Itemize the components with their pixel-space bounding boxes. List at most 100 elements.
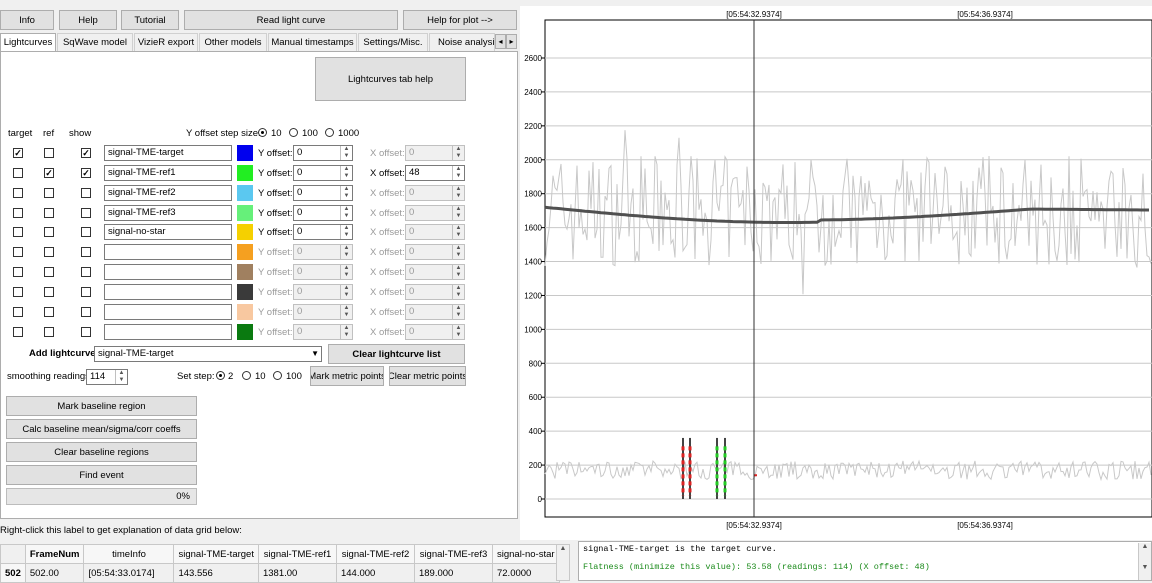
- find-event-button[interactable]: Find event: [6, 465, 197, 485]
- mark-baseline-region-button[interactable]: Mark baseline region: [6, 396, 197, 416]
- set-step-100-radio[interactable]: [273, 371, 282, 380]
- curve-color-swatch[interactable]: [237, 224, 253, 240]
- x-offset-spinner[interactable]: 0 ▲ ▼: [405, 304, 465, 320]
- y-offset-spinner[interactable]: 0 ▲ ▼: [293, 304, 353, 320]
- tab-other-models[interactable]: Other models: [199, 33, 267, 51]
- target-checkbox[interactable]: [13, 208, 23, 218]
- show-checkbox[interactable]: [81, 247, 91, 257]
- ref-checkbox[interactable]: [44, 188, 54, 198]
- help-for-plot-button[interactable]: Help for plot -->: [403, 10, 517, 30]
- output-scrollbar[interactable]: ▲ ▼: [1138, 543, 1151, 580]
- ref-checkbox[interactable]: [44, 287, 54, 297]
- curve-name-field[interactable]: signal-TME-ref2: [104, 185, 232, 201]
- spinner-arrows-icon[interactable]: ▲ ▼: [340, 166, 352, 180]
- curve-name-field[interactable]: signal-no-star: [104, 224, 232, 240]
- ref-checkbox[interactable]: [44, 208, 54, 218]
- tab-scroll-right-button[interactable]: ▸: [506, 34, 517, 49]
- curve-color-swatch[interactable]: [237, 284, 253, 300]
- x-offset-spinner[interactable]: 0 ▲ ▼: [405, 284, 465, 300]
- spinner-arrows-icon[interactable]: ▲ ▼: [340, 325, 352, 339]
- tutorial-button[interactable]: Tutorial: [121, 10, 179, 30]
- table-cell[interactable]: 502.00: [24, 563, 85, 583]
- target-checkbox[interactable]: [13, 327, 23, 337]
- show-checkbox[interactable]: [81, 188, 91, 198]
- clear-baseline-regions-button[interactable]: Clear baseline regions: [6, 442, 197, 462]
- table-cell[interactable]: 144.000: [335, 563, 415, 583]
- tab-manual-timestamps[interactable]: Manual timestamps: [268, 33, 357, 51]
- y-offset-spinner[interactable]: 0 ▲ ▼: [293, 244, 353, 260]
- lightcurve-plot[interactable]: 2600 2400 2200 2000 1800 1600 1400 1200 1000 800 6…: [520, 6, 1152, 540]
- curve-name-field[interactable]: signal-TME-target: [104, 145, 232, 161]
- x-offset-spinner[interactable]: 0 ▲ ▼: [405, 244, 465, 260]
- table-row[interactable]: 502 502.00 [05:54:33.0174] 143.556 1381.…: [0, 563, 560, 583]
- step-1000-radio[interactable]: [325, 128, 334, 137]
- show-checkbox[interactable]: [81, 267, 91, 277]
- y-offset-spinner[interactable]: 0 ▲ ▼: [293, 324, 353, 340]
- curve-color-swatch[interactable]: [237, 304, 253, 320]
- mark-metric-points-button[interactable]: Mark metric points: [310, 366, 384, 386]
- spinner-arrows-icon[interactable]: ▲ ▼: [452, 265, 464, 279]
- y-offset-spinner[interactable]: 0 ▲ ▼: [293, 205, 353, 221]
- plot-canvas[interactable]: 2600240022002000180016001400120010008006…: [520, 6, 1152, 540]
- scroll-down-icon[interactable]: ▼: [1139, 564, 1151, 571]
- calc-baseline-button[interactable]: Calc baseline mean/sigma/corr coeffs: [6, 419, 197, 439]
- table-cell[interactable]: 189.000: [413, 563, 493, 583]
- spinner-arrows-icon[interactable]: ▲ ▼: [340, 225, 352, 239]
- curve-name-field[interactable]: [104, 304, 232, 320]
- target-checkbox[interactable]: [13, 247, 23, 257]
- target-checkbox[interactable]: ✓: [13, 148, 23, 158]
- curve-color-swatch[interactable]: [237, 185, 253, 201]
- x-offset-spinner[interactable]: 0 ▲ ▼: [405, 264, 465, 280]
- grid-header-no-star[interactable]: signal-no-star: [491, 544, 560, 564]
- table-cell[interactable]: 143.556: [173, 563, 259, 583]
- target-checkbox[interactable]: [13, 287, 23, 297]
- tab-vizier-export[interactable]: VizieR export: [134, 33, 198, 51]
- clear-lightcurve-list-button[interactable]: Clear lightcurve list: [328, 344, 465, 364]
- show-checkbox[interactable]: ✓: [81, 148, 91, 158]
- set-step-10-radio[interactable]: [242, 371, 251, 380]
- curve-name-field[interactable]: signal-TME-ref1: [104, 165, 232, 181]
- ref-checkbox[interactable]: [44, 148, 54, 158]
- ref-checkbox[interactable]: [44, 307, 54, 317]
- grid-header-ref1[interactable]: signal-TME-ref1: [257, 544, 337, 564]
- spinner-arrows-icon[interactable]: ▲ ▼: [452, 206, 464, 220]
- ref-checkbox[interactable]: [44, 227, 54, 237]
- lightcurves-tab-help-button[interactable]: Lightcurves tab help: [315, 57, 466, 101]
- spinner-arrows-icon[interactable]: ▲ ▼: [452, 166, 464, 180]
- grid-header-target[interactable]: signal-TME-target: [173, 544, 259, 564]
- show-checkbox[interactable]: ✓: [81, 168, 91, 178]
- table-cell[interactable]: 72.0000: [491, 563, 560, 583]
- curve-color-swatch[interactable]: [237, 324, 253, 340]
- curve-color-swatch[interactable]: [237, 264, 253, 280]
- output-text-box[interactable]: signal-TME-target is the target curve. F…: [578, 541, 1152, 581]
- ref-checkbox[interactable]: [44, 247, 54, 257]
- curve-color-swatch[interactable]: [237, 145, 253, 161]
- curve-name-field[interactable]: [104, 264, 232, 280]
- target-checkbox[interactable]: [13, 168, 23, 178]
- curve-name-field[interactable]: [104, 284, 232, 300]
- spinner-arrows-icon[interactable]: ▲ ▼: [452, 305, 464, 319]
- ref-checkbox[interactable]: [44, 327, 54, 337]
- target-checkbox[interactable]: [13, 267, 23, 277]
- spinner-arrows-icon[interactable]: ▲ ▼: [452, 285, 464, 299]
- step-10-radio[interactable]: [258, 128, 267, 137]
- smoothing-readings-spinner[interactable]: 114 ▲ ▼: [86, 369, 128, 385]
- grid-header-ref3[interactable]: signal-TME-ref3: [413, 544, 493, 564]
- curve-color-swatch[interactable]: [237, 165, 253, 181]
- show-checkbox[interactable]: [81, 327, 91, 337]
- curve-name-field[interactable]: signal-TME-ref3: [104, 205, 232, 221]
- x-offset-spinner[interactable]: 48 ▲ ▼: [405, 165, 465, 181]
- y-offset-spinner[interactable]: 0 ▲ ▼: [293, 165, 353, 181]
- step-100-radio[interactable]: [289, 128, 298, 137]
- spinner-arrows-icon[interactable]: ▲ ▼: [340, 146, 352, 160]
- grid-header-timeinfo[interactable]: timeInfo: [83, 544, 175, 564]
- x-offset-spinner[interactable]: 0 ▲ ▼: [405, 145, 465, 161]
- curve-color-swatch[interactable]: [237, 205, 253, 221]
- x-offset-spinner[interactable]: 0 ▲ ▼: [405, 185, 465, 201]
- help-button[interactable]: Help: [59, 10, 117, 30]
- y-offset-spinner[interactable]: 0 ▲ ▼: [293, 145, 353, 161]
- data-grid-explanation-label[interactable]: Right-click this label to get explanatio…: [0, 525, 242, 536]
- spinner-arrows-icon[interactable]: ▲ ▼: [340, 245, 352, 259]
- spinner-arrows-icon[interactable]: ▲ ▼: [115, 370, 127, 384]
- show-checkbox[interactable]: [81, 227, 91, 237]
